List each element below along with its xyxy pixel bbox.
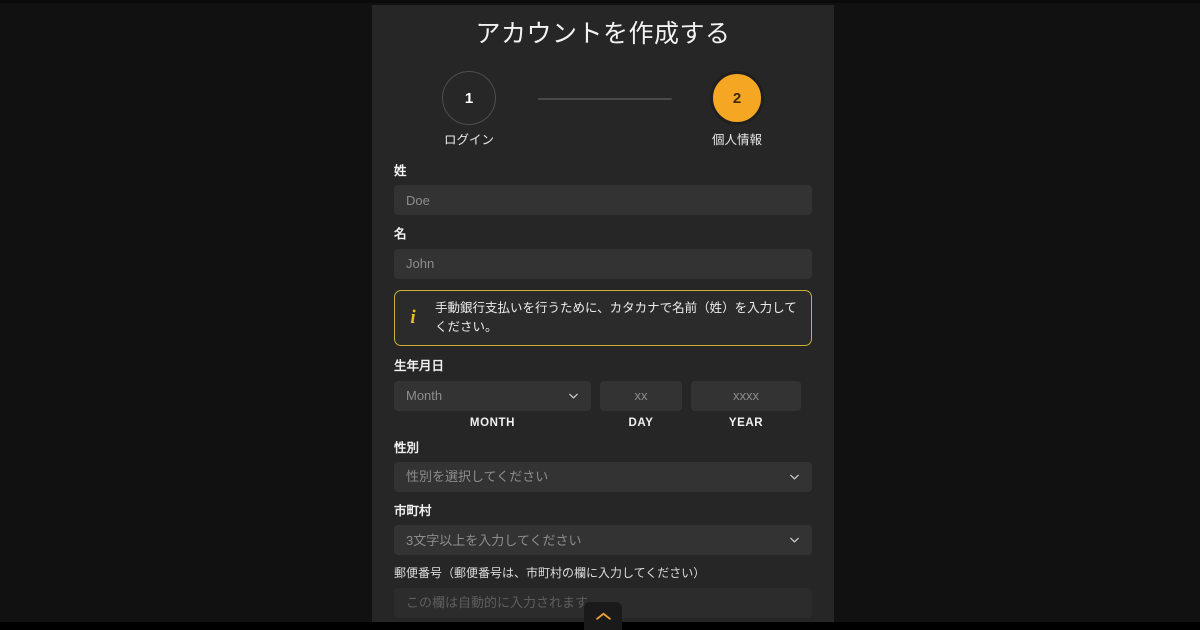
katakana-info-alert: i 手動銀行支払いを行うために、カタカナで名前（姓）を入力してください。 <box>394 289 812 347</box>
page-root: アカウントを作成する 1 ログイン 2 個人情報 姓 名 <box>0 0 1200 630</box>
birthdate-label: 生年月日 <box>394 359 445 374</box>
first-name-input[interactable] <box>394 248 812 279</box>
chevron-up-icon <box>594 611 613 622</box>
stepper-step-1-circle[interactable]: 1 <box>442 71 496 125</box>
last-name-label: 姓 <box>394 164 407 178</box>
first-name-label: 名 <box>394 227 407 242</box>
stepper: 1 ログイン 2 個人情報 <box>372 71 834 163</box>
city-label: 市町村 <box>394 503 432 518</box>
field-city: 市町村 3文字以上を入力してください <box>394 503 812 555</box>
stepper-step-personal-info[interactable]: 2 個人情報 <box>682 71 792 148</box>
viewport-top-edge <box>0 0 1200 3</box>
birthdate-day-group: DAY <box>600 380 682 429</box>
last-name-input[interactable] <box>394 185 812 216</box>
birthdate-month-group: Month MONTH <box>394 380 591 429</box>
gender-select[interactable]: 性別を選択してください <box>394 461 812 492</box>
gender-label: 性別 <box>394 440 420 455</box>
field-last-name: 姓 <box>394 163 812 216</box>
field-first-name: 名 <box>394 226 812 279</box>
field-gender: 性別 性別を選択してください <box>394 440 812 492</box>
field-birthdate: 生年月日 Month MONTH xx DAY xxxx YEAR <box>394 358 812 429</box>
katakana-info-alert-text: 手動銀行支払いを行うために、カタカナで名前（姓）を入力してください。 <box>435 300 797 334</box>
birthdate-year-sublabel: YEAR <box>728 416 764 429</box>
signup-card: アカウントを作成する 1 ログイン 2 個人情報 姓 名 <box>372 5 834 622</box>
stepper-step-1-label: ログイン <box>443 133 494 147</box>
stepper-step-2-circle[interactable]: 2 <box>710 71 764 125</box>
stepper-connector-line <box>538 98 672 100</box>
info-icon: i <box>410 307 416 329</box>
page-title: アカウントを作成する <box>475 20 731 48</box>
personal-info-form: 姓 名 i 手動銀行支払いを行うために、カタカナで名前（姓）を入力してください。… <box>372 163 834 622</box>
birthdate-year-input[interactable] <box>691 380 801 411</box>
stepper-step-login[interactable]: 1 ログイン <box>414 71 524 148</box>
birthdate-day-input[interactable] <box>600 380 682 411</box>
birthdate-year-group: YEAR <box>691 380 801 429</box>
birthdate-day-sublabel: DAY <box>628 416 654 429</box>
birthdate-month-sublabel: MONTH <box>469 416 516 429</box>
scroll-to-top-button[interactable] <box>584 602 622 630</box>
postal-code-label: 郵便番号（郵便番号は、市町村の欄に入力してください） <box>394 566 706 580</box>
stepper-step-2-label: 個人情報 <box>711 133 762 147</box>
city-select[interactable]: 3文字以上を入力してください <box>394 525 812 555</box>
birthdate-row: Month MONTH DAY <box>394 380 812 429</box>
birthdate-month-select[interactable]: Month <box>394 380 591 411</box>
